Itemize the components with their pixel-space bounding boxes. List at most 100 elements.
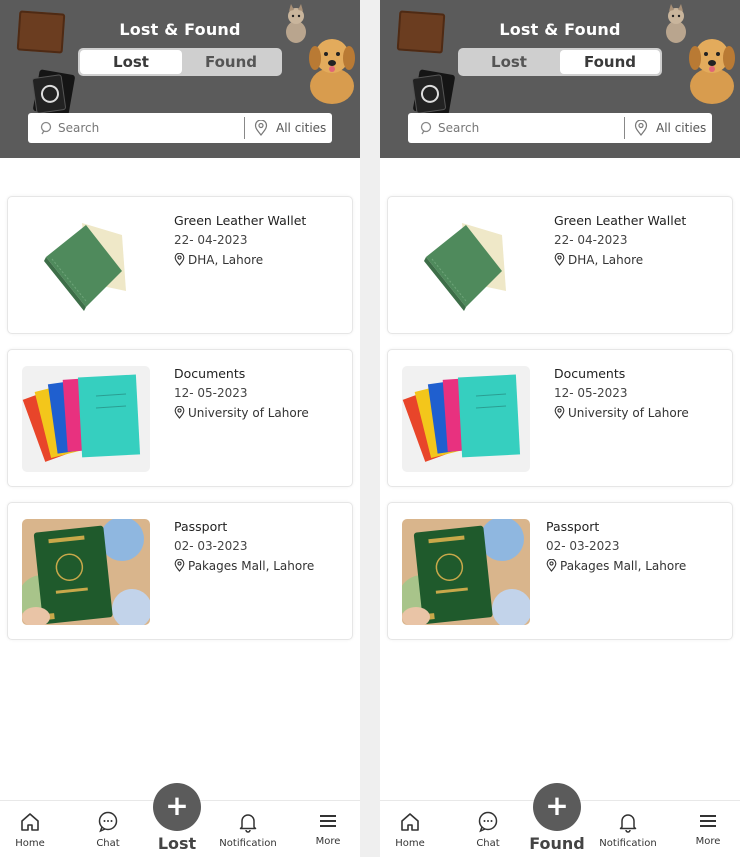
center-tab-label[interactable]: Lost — [137, 834, 217, 853]
search-input[interactable] — [58, 119, 238, 137]
item-name: Documents — [554, 366, 626, 381]
tab-more-label: More — [315, 836, 341, 847]
globe-icon — [419, 83, 441, 105]
city-filter[interactable]: All cities — [656, 121, 706, 135]
item-date: 12- 05-2023 — [554, 386, 628, 400]
item-card[interactable]: Green Leather Wallet 22- 04-2023 DHA, La… — [387, 196, 733, 334]
item-date: 02- 03-2023 — [546, 539, 620, 553]
location-pin-icon — [174, 252, 185, 266]
tab-notification[interactable]: Notification — [218, 811, 278, 849]
wallet-image — [402, 213, 530, 319]
item-thumbnail — [402, 366, 530, 472]
tab-found[interactable]: Found — [560, 50, 660, 74]
add-item-button[interactable]: + — [533, 783, 581, 831]
item-name: Green Leather Wallet — [174, 213, 307, 228]
menu-icon — [700, 815, 716, 827]
item-card[interactable]: Documents 12- 05-2023 University of Laho… — [7, 349, 353, 487]
tab-home[interactable]: Home — [380, 811, 440, 849]
search-input[interactable] — [438, 119, 618, 137]
tab-more[interactable]: More — [298, 811, 358, 847]
tab-chat[interactable]: Chat — [78, 811, 138, 849]
tab-chat[interactable]: Chat — [458, 811, 518, 849]
passport-decoration-front — [411, 74, 447, 114]
tab-home-label: Home — [15, 838, 45, 849]
screen-gap — [360, 0, 380, 857]
item-location-text: Pakages Mall, Lahore — [188, 559, 315, 573]
item-location-text: DHA, Lahore — [568, 253, 644, 267]
search-icon — [420, 121, 432, 135]
add-item-button[interactable]: + — [153, 783, 201, 831]
item-location: DHA, Lahore — [554, 252, 704, 268]
lost-found-toggle: Lost Found — [78, 48, 282, 76]
item-thumbnail — [402, 519, 530, 625]
location-pin-icon — [634, 120, 648, 136]
location-pin-icon — [254, 120, 268, 136]
item-name: Documents — [174, 366, 246, 381]
center-tab-label[interactable]: Found — [517, 834, 597, 853]
search-bar: All cities — [28, 113, 332, 143]
city-filter[interactable]: All cities — [276, 121, 326, 135]
tab-found[interactable]: Found — [180, 48, 282, 76]
search-divider — [624, 117, 625, 139]
tab-lost[interactable]: Lost — [458, 48, 560, 76]
folders-image — [402, 366, 530, 472]
passport-image — [22, 519, 150, 625]
tab-chat-label: Chat — [476, 838, 500, 849]
page-title: Lost & Found — [119, 20, 241, 39]
dog-decoration — [309, 39, 355, 104]
header-banner: Lost & Found Lost Found All cities — [380, 0, 740, 158]
search-icon — [40, 121, 52, 135]
item-location: Pakages Mall, Lahore — [174, 558, 324, 574]
tab-home-label: Home — [395, 838, 425, 849]
tab-more[interactable]: More — [678, 811, 738, 847]
item-card[interactable]: Passport 02- 03-2023 Pakages Mall, Lahor… — [387, 502, 733, 640]
item-date: 22- 04-2023 — [174, 233, 248, 247]
menu-icon — [320, 815, 336, 827]
bell-icon — [239, 814, 257, 833]
item-location-text: DHA, Lahore — [188, 253, 264, 267]
tab-more-label: More — [695, 836, 721, 847]
found-screen: Lost & Found Lost Found All cities Green… — [380, 0, 740, 857]
item-location: University of Lahore — [554, 405, 704, 421]
tab-home[interactable]: Home — [0, 811, 60, 849]
wallet-image — [22, 213, 150, 319]
item-card[interactable]: Green Leather Wallet 22- 04-2023 DHA, La… — [7, 196, 353, 334]
chat-icon — [478, 811, 498, 833]
header-banner: Lost & Found Lost Found All cities — [0, 0, 360, 158]
tab-lost[interactable]: Lost — [80, 50, 182, 74]
item-thumbnail — [402, 213, 530, 319]
item-date: 12- 05-2023 — [174, 386, 248, 400]
passport-image — [402, 519, 530, 625]
location-pin-icon — [554, 405, 565, 419]
item-thumbnail — [22, 366, 150, 472]
home-icon — [21, 813, 39, 831]
item-name: Passport — [546, 519, 600, 534]
item-thumbnail — [22, 213, 150, 319]
tab-notification-label: Notification — [599, 838, 657, 849]
lost-screen: Lost & Found Lost Found All cities Green… — [0, 0, 360, 857]
location-pin-icon — [174, 405, 185, 419]
page-title: Lost & Found — [499, 20, 621, 39]
globe-icon — [39, 83, 61, 105]
location-pin-icon — [554, 252, 565, 266]
tab-notification-label: Notification — [219, 838, 277, 849]
location-pin-icon — [174, 558, 185, 572]
search-divider — [244, 117, 245, 139]
item-card[interactable]: Documents 12- 05-2023 University of Laho… — [387, 349, 733, 487]
item-card[interactable]: Passport 02- 03-2023 Pakages Mall, Lahor… — [7, 502, 353, 640]
tab-notification[interactable]: Notification — [598, 811, 658, 849]
chat-icon — [98, 811, 118, 833]
item-location-text: Pakages Mall, Lahore — [560, 559, 687, 573]
dog-decoration — [689, 39, 735, 104]
item-thumbnail — [22, 519, 150, 625]
item-date: 22- 04-2023 — [554, 233, 628, 247]
item-location-text: University of Lahore — [568, 406, 689, 420]
folders-image — [22, 366, 150, 472]
tab-chat-label: Chat — [96, 838, 120, 849]
item-date: 02- 03-2023 — [174, 539, 248, 553]
bell-icon — [619, 814, 637, 833]
item-name: Green Leather Wallet — [554, 213, 687, 228]
item-name: Passport — [174, 519, 228, 534]
item-location: DHA, Lahore — [174, 252, 324, 268]
search-bar: All cities — [408, 113, 712, 143]
